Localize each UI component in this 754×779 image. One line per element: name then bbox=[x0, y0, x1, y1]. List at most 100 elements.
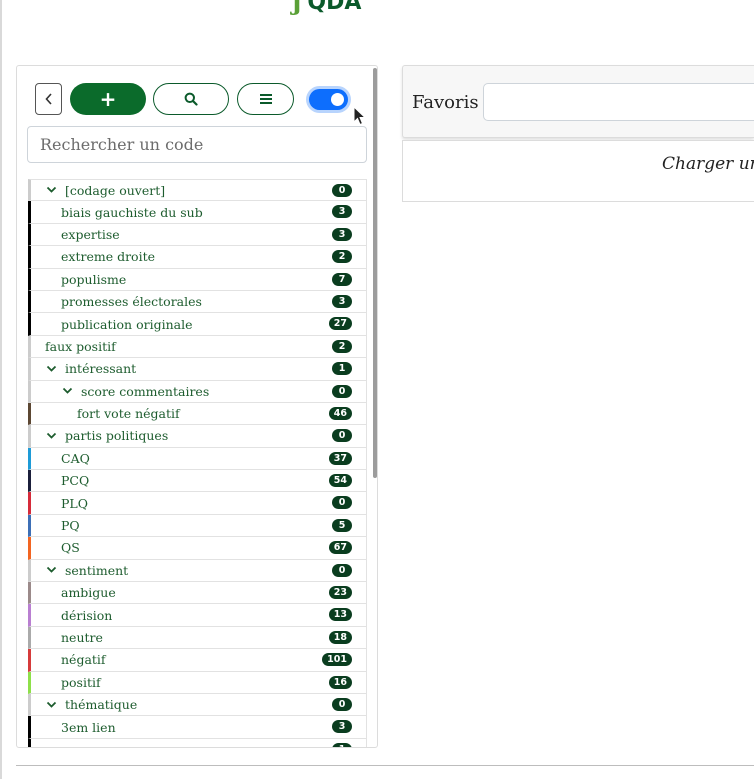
code-tree-row[interactable]: populisme 7 bbox=[28, 268, 367, 291]
codes-panel: + [codage ouvert] 0 biais gauchiste du sub… bbox=[16, 65, 378, 748]
code-tree-row[interactable]: biais gauchiste du sub 3 bbox=[28, 201, 367, 224]
code-count-badge: 2 bbox=[332, 339, 352, 353]
codes-toolbar: + bbox=[35, 83, 355, 115]
code-tree-row[interactable]: faux positif 2 bbox=[28, 335, 367, 359]
code-tree-row[interactable]: promesses électorales 3 bbox=[28, 290, 367, 314]
code-label: promesses électorales bbox=[61, 294, 202, 310]
code-tree-row[interactable]: intéressant 1 bbox=[28, 358, 367, 381]
code-tree-row[interactable]: fort vote négatif 46 bbox=[28, 402, 367, 426]
code-tree-row[interactable]: score commentaires 0 bbox=[28, 380, 367, 403]
code-count-badge: 27 bbox=[328, 317, 352, 331]
code-label: PLQ bbox=[61, 495, 88, 511]
code-count-badge: 3 bbox=[332, 227, 352, 241]
code-tree-row[interactable]: PCQ 54 bbox=[28, 470, 367, 493]
code-label: 3em lien bbox=[61, 719, 116, 735]
code-tree-row[interactable]: QS 67 bbox=[28, 537, 367, 560]
toggle-knob bbox=[331, 93, 344, 106]
code-label: faux positif bbox=[45, 338, 116, 354]
code-count-badge: 16 bbox=[328, 675, 352, 689]
code-label: extreme droite bbox=[61, 249, 155, 265]
chevron-down-icon[interactable] bbox=[45, 564, 57, 576]
code-count-badge: 7 bbox=[332, 272, 352, 286]
code-label: PCQ bbox=[61, 473, 90, 489]
favorites-bar: Favoris bbox=[402, 65, 754, 138]
code-tree-row[interactable]: PQ 5 bbox=[28, 514, 367, 538]
code-label: fort vote négatif bbox=[77, 406, 180, 422]
code-label: PQ bbox=[61, 518, 80, 534]
list-menu-button[interactable] bbox=[237, 83, 294, 115]
search-codes-button[interactable] bbox=[153, 83, 229, 115]
chevron-down-icon[interactable] bbox=[45, 363, 57, 375]
favorites-input[interactable] bbox=[483, 83, 754, 121]
chevron-down-icon[interactable] bbox=[45, 184, 57, 196]
code-label: QS bbox=[61, 540, 80, 556]
code-label: [codage ouvert] bbox=[65, 182, 166, 198]
code-count-badge: 3 bbox=[332, 720, 352, 734]
bottom-divider bbox=[16, 765, 754, 766]
code-label: neutre bbox=[61, 630, 103, 645]
code-tree-row[interactable]: négatif 101 bbox=[28, 649, 367, 672]
code-count-badge: 13 bbox=[328, 608, 352, 622]
code-label: populisme bbox=[61, 271, 127, 287]
logo-text: QDA bbox=[307, 0, 362, 15]
code-tree-row[interactable]: publication originale 27 bbox=[28, 313, 367, 336]
chevron-down-icon[interactable] bbox=[45, 430, 57, 442]
code-count-badge: 37 bbox=[328, 451, 352, 465]
code-tree-row[interactable]: thématique 0 bbox=[28, 693, 367, 717]
code-count-badge: 54 bbox=[328, 474, 352, 488]
code-tree-row[interactable]: expertise 3 bbox=[28, 223, 367, 247]
code-count-badge: 3 bbox=[332, 294, 352, 308]
code-tree-row[interactable]: sentiment 0 bbox=[28, 559, 367, 583]
code-tree-row[interactable]: 1 bbox=[28, 738, 367, 747]
code-label: CAQ bbox=[61, 450, 90, 466]
left-edge-divider bbox=[0, 0, 2, 779]
code-label: thématique bbox=[65, 697, 138, 713]
code-label: publication originale bbox=[61, 316, 193, 332]
logo-mark: j bbox=[292, 0, 302, 16]
code-label: partis politiques bbox=[65, 428, 169, 444]
favorites-label: Favoris bbox=[412, 92, 479, 113]
chevron-left-icon bbox=[44, 93, 52, 105]
code-count-badge: 0 bbox=[332, 496, 352, 510]
search-icon bbox=[184, 92, 198, 106]
add-code-button[interactable]: + bbox=[70, 83, 146, 115]
code-count-badge: 18 bbox=[328, 630, 352, 644]
code-label: dérision bbox=[61, 607, 113, 623]
code-tree-row[interactable]: PLQ 0 bbox=[28, 492, 367, 515]
code-label: biais gauchiste du sub bbox=[61, 204, 203, 220]
code-count-badge: 1 bbox=[332, 362, 352, 376]
display-toggle[interactable] bbox=[309, 89, 348, 110]
load-document-message: Charger un bbox=[662, 154, 754, 174]
code-label: positif bbox=[61, 674, 101, 690]
list-icon bbox=[259, 94, 272, 104]
code-count-badge: 0 bbox=[332, 429, 352, 443]
chevron-down-icon[interactable] bbox=[45, 699, 57, 711]
code-tree-row[interactable]: dérision 13 bbox=[28, 604, 367, 627]
code-tree-row[interactable]: 3em lien 3 bbox=[28, 716, 367, 739]
collapse-panel-button[interactable] bbox=[35, 83, 62, 115]
code-tree-row[interactable]: [codage ouvert] 0 bbox=[28, 179, 367, 202]
code-search-input[interactable] bbox=[27, 126, 367, 163]
code-tree-row[interactable]: CAQ 37 bbox=[28, 447, 367, 471]
code-label: sentiment bbox=[65, 562, 129, 578]
code-label: ambigue bbox=[61, 585, 116, 601]
code-tree-row[interactable]: neutre 18 bbox=[28, 626, 367, 650]
code-tree-row[interactable]: ambigue 23 bbox=[28, 582, 367, 605]
code-count-badge: 0 bbox=[332, 697, 352, 711]
code-label: score commentaires bbox=[81, 383, 210, 399]
code-label: expertise bbox=[61, 226, 120, 242]
code-tree-row[interactable]: positif 16 bbox=[28, 671, 367, 694]
code-label: négatif bbox=[61, 652, 106, 668]
panel-scrollbar[interactable] bbox=[373, 68, 377, 478]
code-tree-row[interactable]: extreme droite 2 bbox=[28, 246, 367, 269]
code-count-badge: 23 bbox=[328, 586, 352, 600]
mouse-pointer-icon bbox=[353, 106, 367, 126]
app-logo: j QDA bbox=[292, 0, 361, 14]
code-count-badge: 67 bbox=[328, 541, 352, 555]
code-count-badge: 46 bbox=[328, 406, 352, 420]
document-area: Charger un bbox=[402, 140, 754, 202]
code-count-badge: 1 bbox=[332, 742, 352, 747]
code-tree-row[interactable]: partis politiques 0 bbox=[28, 425, 367, 448]
chevron-down-icon[interactable] bbox=[61, 385, 73, 397]
code-count-badge: 3 bbox=[332, 205, 352, 219]
